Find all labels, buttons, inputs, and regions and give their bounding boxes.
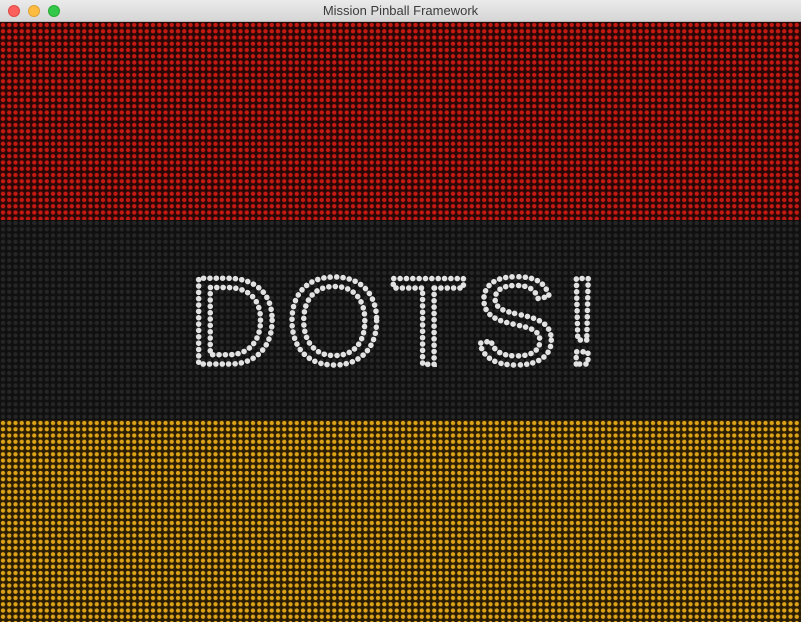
window-title: Mission Pinball Framework: [322, 3, 479, 18]
title-bar[interactable]: Mission Pinball Framework: [0, 0, 801, 22]
display-message: DOTS!: [189, 253, 608, 391]
red-dot-band: [0, 22, 801, 220]
dot-matrix-display: DOTS!: [0, 22, 801, 622]
app-window: Mission Pinball Framework DOTS!: [0, 0, 801, 622]
amber-dot-band: [0, 420, 801, 622]
display-message-layer: DOTS!: [186, 250, 608, 394]
